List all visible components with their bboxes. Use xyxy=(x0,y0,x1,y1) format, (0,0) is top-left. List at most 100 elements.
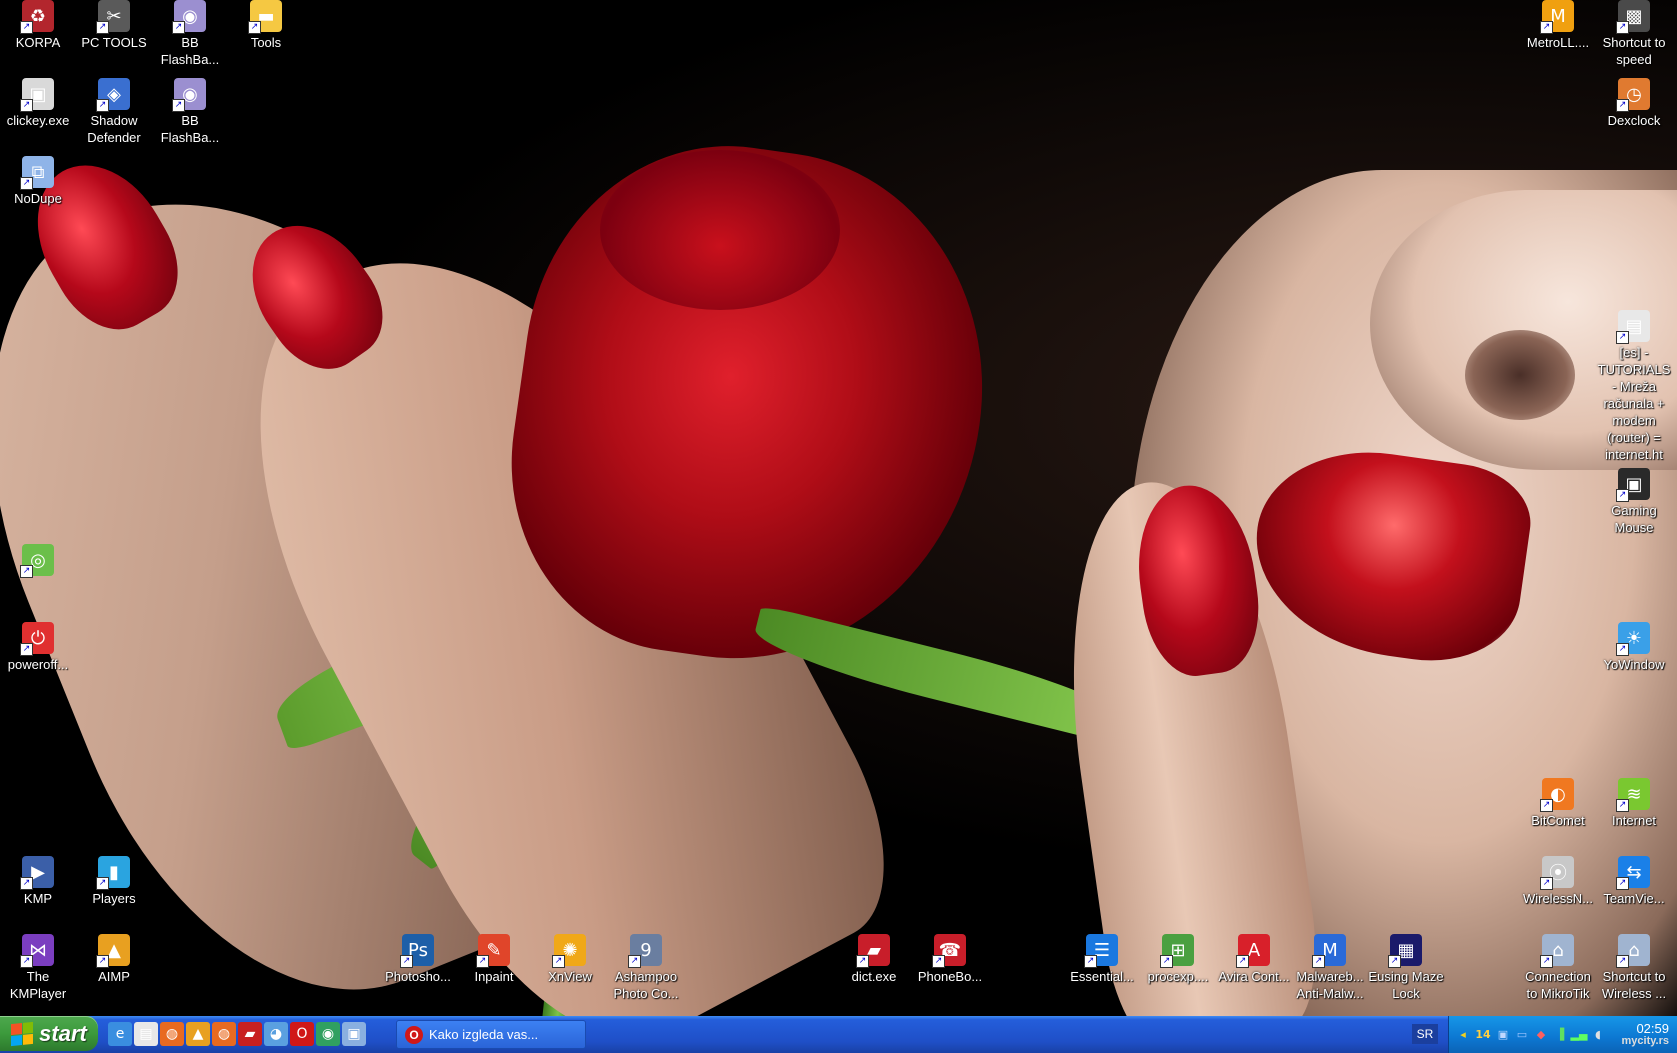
monitor-icon[interactable]: ▭ xyxy=(1514,1027,1530,1043)
desktop-icon[interactable]: ▦ ↗ Eusing Maze Lock xyxy=(1368,934,1444,1002)
desktop-icon[interactable]: M ↗ Malwareb... Anti-Malw... xyxy=(1292,934,1368,1002)
desktop-icon-label: Dexclock xyxy=(1607,113,1661,128)
desktop-icon-label: NoDupe xyxy=(14,191,62,206)
desktop-icon-label: poweroff... xyxy=(7,657,69,672)
desktop-icon[interactable]: ▮ ↗ Players xyxy=(76,856,152,907)
network-icon[interactable]: ▣ xyxy=(1495,1027,1511,1043)
desktop-icon[interactable]: ☰ ↗ Essential... xyxy=(1064,934,1140,985)
notepad-icon[interactable]: ▤ xyxy=(134,1022,158,1046)
shortcut-arrow-icon: ↗ xyxy=(248,21,261,34)
desktop-icon[interactable]: 9 ↗ Ashampoo Photo Co... xyxy=(608,934,684,1002)
speaker-icon[interactable]: ◖ xyxy=(1590,1027,1606,1043)
desktop-icon[interactable]: ◐ ↗ BitComet xyxy=(1520,778,1596,829)
meter-icon[interactable]: ▐ xyxy=(1552,1027,1568,1043)
opera-icon: O xyxy=(405,1025,423,1044)
desktop-icon[interactable]: ▣ ↗ Gaming Mouse xyxy=(1596,468,1672,536)
shortcut-arrow-icon: ↗ xyxy=(932,955,945,968)
shortcut-arrow-icon: ↗ xyxy=(96,955,109,968)
firefox2-icon[interactable]: ◍ xyxy=(212,1022,236,1046)
desktop-icon[interactable]: ◷ ↗ Dexclock xyxy=(1596,78,1672,129)
shortcut-arrow-icon: ↗ xyxy=(96,21,109,34)
desktop-icon[interactable]: ⌂ ↗ Connection to MikroTik xyxy=(1520,934,1596,1002)
ie-icon[interactable]: e xyxy=(108,1022,132,1046)
metroll-icon: M ↗ xyxy=(1540,0,1574,34)
opera-icon[interactable]: O xyxy=(290,1022,314,1046)
desktop-icon-label: [es] - TUTORIALS - Mreža računala + mode… xyxy=(1597,345,1671,462)
desktop-icon[interactable]: ⌂ ↗ Shortcut to Wireless ... xyxy=(1596,934,1672,1002)
desktop-icon[interactable]: ▶ ↗ KMP xyxy=(0,856,76,907)
desktop-icon[interactable]: ▣ ↗ clickey.exe xyxy=(0,78,76,129)
language-indicator[interactable]: SR xyxy=(1412,1024,1438,1044)
connection-icon: ⌂ ↗ xyxy=(1540,934,1574,968)
nodupe-icon: ⧉ ↗ xyxy=(20,156,54,190)
wallpaper-nostril xyxy=(1465,330,1575,420)
desktop-icon[interactable]: ▬ ↗ Tools xyxy=(228,0,304,51)
watermark: mycity.rs xyxy=(1621,1034,1670,1047)
desktop-icon[interactable]: ◎ ↗ xyxy=(0,544,76,578)
desktop-icon[interactable]: A ↗ Avira Cont... xyxy=(1216,934,1292,985)
desktop-icon[interactable]: ▤ ↗ [es] - TUTORIALS - Mreža računala + mo… xyxy=(1596,310,1672,463)
shield-icon[interactable]: ◆ xyxy=(1533,1027,1549,1043)
photoshop-icon: Ps ↗ xyxy=(400,934,434,968)
desktop-icon-label: Eusing Maze Lock xyxy=(1368,969,1444,1001)
desktop-icon[interactable]: ⋈ ↗ The KMPlayer xyxy=(0,934,76,1002)
desktop-icon[interactable]: ▩ ↗ Shortcut to speed xyxy=(1596,0,1672,68)
desktop-icon[interactable]: ◉ ↗ BB FlashBa... xyxy=(152,78,228,146)
shortcut-arrow-icon: ↗ xyxy=(1540,799,1553,812)
signal-icon[interactable]: ▂▄ xyxy=(1571,1027,1588,1043)
desktop-icon-label: BB FlashBa... xyxy=(160,113,220,145)
desktop-icon[interactable]: ☎ ↗ PhoneBo... xyxy=(912,934,988,985)
desktop-icon[interactable]: M ↗ MetroLL.... xyxy=(1520,0,1596,51)
desktop-icon-label: Players xyxy=(92,891,136,906)
car-icon[interactable]: ▰ xyxy=(238,1022,262,1046)
earth-icon[interactable]: ◉ xyxy=(316,1022,340,1046)
desktop-icon[interactable]: ⧉ ↗ NoDupe xyxy=(0,156,76,207)
internet-icon: ≋ ↗ xyxy=(1616,778,1650,812)
recycle-bin-icon: ♻ ↗ xyxy=(20,0,54,34)
shortcut-arrow-icon: ↗ xyxy=(1084,955,1097,968)
desktop-icon[interactable]: ⊞ ↗ procexp.... xyxy=(1140,934,1216,985)
desktop-icon[interactable]: ⇆ ↗ TeamVie... xyxy=(1596,856,1672,907)
desktop-icon-label: TeamVie... xyxy=(1603,891,1665,906)
kmp-icon: ▶ ↗ xyxy=(20,856,54,890)
shortcut-arrow-icon: ↗ xyxy=(1616,21,1629,34)
firefox-icon[interactable]: ◍ xyxy=(160,1022,184,1046)
aimp-small-icon[interactable]: ▲ xyxy=(186,1022,210,1046)
desktop-icon[interactable]: ▰ ↗ dict.exe xyxy=(836,934,912,985)
desktop-icon[interactable]: ◉ ↗ BB FlashBa... xyxy=(152,0,228,68)
desktop-icon[interactable]: ☀ ↗ YoWindow xyxy=(1596,622,1672,673)
arrow-icon[interactable]: ◂ xyxy=(1455,1027,1471,1043)
desktop-icon[interactable]: ♻ ↗ KORPA xyxy=(0,0,76,51)
folder-icon: ▬ ↗ xyxy=(248,0,282,34)
clickey-icon: ▣ ↗ xyxy=(20,78,54,112)
shortcut-arrow-icon: ↗ xyxy=(552,955,565,968)
desktop-icon[interactable]: ⏻ ↗ poweroff... xyxy=(0,622,76,673)
desktop-icon-label: Connection to MikroTik xyxy=(1525,969,1591,1001)
desktop-icon[interactable]: ▲ ↗ AIMP xyxy=(76,934,152,985)
clock[interactable]: 02:59 mycity.rs xyxy=(1622,1022,1670,1048)
globe-icon[interactable]: ◕ xyxy=(264,1022,288,1046)
desktop-icon[interactable]: ≋ ↗ Internet xyxy=(1596,778,1672,829)
desktop-icon[interactable]: ⦿ ↗ WirelessN... xyxy=(1520,856,1596,907)
desktop-icon[interactable]: Ps ↗ Photosho... xyxy=(380,934,456,985)
desktop-icon-label: MetroLL.... xyxy=(1526,35,1590,50)
aimp-icon: ▲ ↗ xyxy=(96,934,130,968)
wireless-shortcut-icon: ⌂ ↗ xyxy=(1616,934,1650,968)
shortcut-arrow-icon: ↗ xyxy=(20,21,33,34)
desktop-icon[interactable]: ✺ ↗ XnView xyxy=(532,934,608,985)
desktop-icon-label: Essential... xyxy=(1070,969,1134,984)
taskbar-button-opera[interactable]: O Kako izgleda vas... xyxy=(396,1020,586,1049)
app-icon[interactable]: ▣ xyxy=(342,1022,366,1046)
desktop-icon[interactable]: ◈ ↗ Shadow Defender xyxy=(76,78,152,146)
shortcut-arrow-icon: ↗ xyxy=(1616,331,1629,344)
desktop-icon[interactable]: ✎ ↗ Inpaint xyxy=(456,934,532,985)
shortcut-arrow-icon: ↗ xyxy=(172,21,185,34)
shortcut-arrow-icon: ↗ xyxy=(1540,955,1553,968)
desktop-icon[interactable]: ✂ ↗ PC TOOLS xyxy=(76,0,152,51)
desktop-icon-label: YoWindow xyxy=(1603,657,1665,672)
start-button[interactable]: start xyxy=(0,1016,98,1051)
desktop-icon-label: WirelessN... xyxy=(1522,891,1594,906)
desktop-icon-label: Shortcut to speed xyxy=(1602,35,1666,67)
tray-count-badge[interactable]: 14 xyxy=(1474,1027,1492,1043)
shortcut-arrow-icon: ↗ xyxy=(1616,955,1629,968)
